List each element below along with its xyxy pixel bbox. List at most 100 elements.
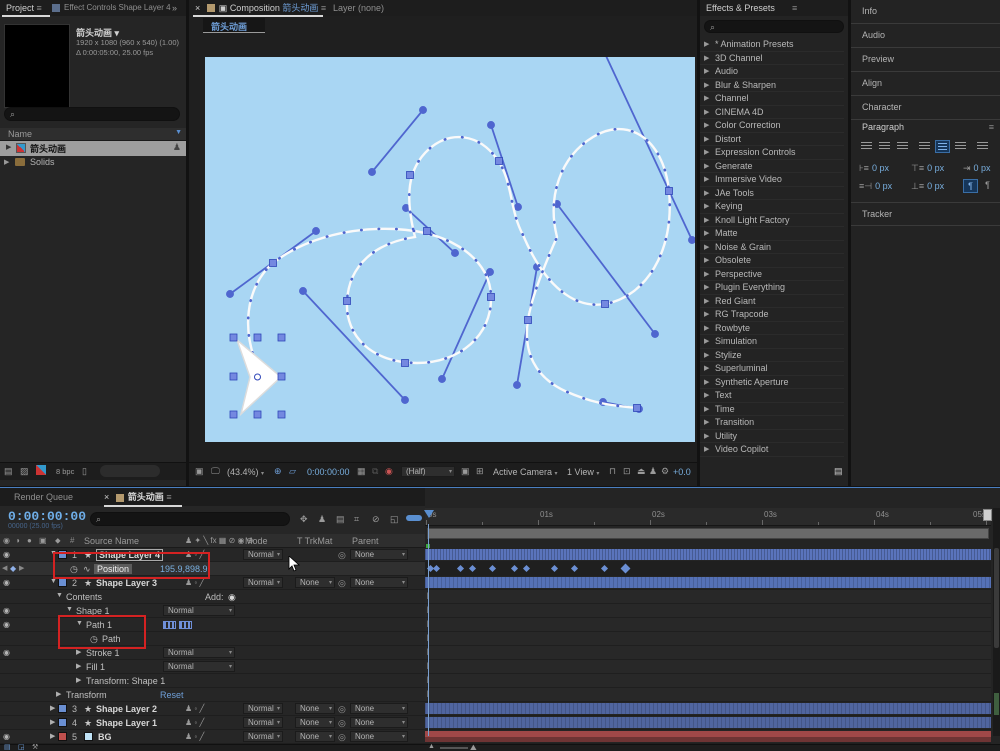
- snapshot-icon[interactable]: ▣: [195, 466, 204, 477]
- twirl-icon[interactable]: ▶: [704, 297, 709, 305]
- layer-row-contents[interactable]: ▼ Contents Add: ◉: [0, 590, 425, 604]
- parent-pickwhip-icon[interactable]: ◎: [338, 732, 346, 743]
- layer-row-shape-layer-4[interactable]: ◉ ▼ 1 ★ Shape Layer 4 ♟ ◦ ╱ Normal ▾ ◎ None ▾: [0, 548, 425, 562]
- track-row[interactable]: I: [425, 688, 991, 702]
- mode-dropdown[interactable]: Normal ▾: [163, 605, 235, 616]
- eye-icon[interactable]: ◉: [3, 578, 10, 587]
- layer-row-shape-layer-3[interactable]: ◉ ▼ 2 ★ Shape Layer 3 ♟ ◦ ╱ Normal ▾ None ▾ ◎ None ▾: [0, 576, 425, 590]
- layer-name[interactable]: Stroke 1: [86, 648, 120, 658]
- expand-inout-icon[interactable]: ⚒: [32, 743, 38, 751]
- trkmat-dropdown[interactable]: None ▾: [295, 731, 335, 742]
- parent-pickwhip-icon[interactable]: ◎: [338, 578, 346, 589]
- sidebar-panel-preview[interactable]: Preview: [851, 48, 1000, 72]
- layer-duration-bar[interactable]: [425, 703, 991, 714]
- layer-switches[interactable]: ♟ ◦ ╱: [185, 732, 204, 741]
- layer-switches[interactable]: ♟ ◦ ╱: [185, 578, 204, 587]
- justify-last-left-button[interactable]: [917, 140, 932, 153]
- mode-dropdown[interactable]: Normal ▾: [243, 549, 283, 560]
- layer-color-chip[interactable]: [58, 578, 67, 587]
- layer-name[interactable]: Shape Layer 4: [96, 549, 164, 561]
- layer-name[interactable]: Shape Layer 2: [96, 704, 157, 714]
- camera-icon[interactable]: ▦: [357, 466, 366, 477]
- pixel-aspect-icon[interactable]: ⧉: [372, 466, 378, 477]
- twirl-icon[interactable]: ▶: [56, 690, 61, 698]
- zoom-in-mountain-icon[interactable]: ⛰: [470, 743, 477, 751]
- exposure-gear-icon[interactable]: ⚙: [661, 466, 669, 477]
- keyframe[interactable]: [456, 564, 465, 573]
- keyframe[interactable]: [550, 564, 559, 573]
- add-button-icon[interactable]: ◉: [228, 592, 236, 603]
- mode-dropdown[interactable]: Normal ▾: [243, 717, 283, 728]
- eye-icon[interactable]: ◉: [3, 550, 10, 559]
- keyframe[interactable]: [468, 564, 477, 573]
- twirl-icon[interactable]: ▶: [704, 391, 709, 399]
- effects-category[interactable]: ▶ Video Copilot: [700, 443, 844, 457]
- effects-category[interactable]: ▶ Expression Controls: [700, 146, 844, 160]
- playhead-marker[interactable]: [424, 510, 434, 518]
- effects-category[interactable]: ▶ Perspective: [700, 268, 844, 281]
- stopwatch-icon[interactable]: ◷: [70, 564, 78, 575]
- layer-row-shape-layer-1[interactable]: ▶ 4 ★ Shape Layer 1 ♟ ◦ ╱ Normal ▾ None ▾ ◎ None ▾: [0, 716, 425, 730]
- layer-name[interactable]: Contents: [66, 592, 102, 602]
- indent-left-field[interactable]: ⊦≡ 0 px: [859, 163, 889, 174]
- layer-switches[interactable]: ♟ ◦ ╱: [185, 550, 204, 559]
- flowchart-icon[interactable]: ♟: [649, 466, 657, 477]
- layer-switches[interactable]: ♟ ◦ ╱: [185, 704, 204, 713]
- effects-category[interactable]: ▶ Synthetic Aperture: [700, 376, 844, 389]
- layer-name[interactable]: Transform: Shape 1: [86, 676, 165, 686]
- twirl-icon[interactable]: ▶: [704, 175, 709, 183]
- zoom-level[interactable]: (43.4%) ▾: [227, 467, 264, 477]
- effects-category[interactable]: ▶ Generate: [700, 160, 844, 173]
- layer-color-chip[interactable]: [58, 732, 67, 741]
- twirl-icon[interactable]: ▶: [76, 662, 81, 670]
- layer-duration-bar[interactable]: [425, 577, 991, 588]
- twirl-icon[interactable]: ▶: [704, 310, 709, 318]
- twirl-icon[interactable]: ▼: [56, 592, 63, 599]
- twirl-icon[interactable]: ▶: [704, 40, 709, 48]
- track-row[interactable]: [425, 730, 991, 744]
- stopwatch-icon[interactable]: ◷: [90, 634, 98, 645]
- trkmat-dropdown[interactable]: None ▾: [295, 703, 335, 714]
- layer-duration-bar[interactable]: [425, 717, 991, 728]
- parent-dropdown[interactable]: None ▾: [350, 549, 408, 560]
- camera-dropdown[interactable]: Active Camera ▾: [493, 467, 558, 477]
- transparency-grid-icon[interactable]: ⊞: [476, 466, 484, 477]
- track-row[interactable]: [425, 548, 991, 562]
- effects-category[interactable]: ▶ RG Trapcode: [700, 308, 844, 322]
- panel-menu-icon[interactable]: ≡: [989, 122, 994, 132]
- viewer-tab[interactable]: 箭头动画: [203, 18, 265, 32]
- twirl-icon[interactable]: ▶: [704, 432, 709, 440]
- mode-dropdown[interactable]: Normal ▾: [163, 647, 235, 658]
- share-view-icon[interactable]: ⊓: [609, 466, 616, 477]
- viewer-timecode[interactable]: 0:00:00:00: [307, 467, 350, 477]
- twirl-icon[interactable]: ▶: [704, 229, 709, 237]
- track-row[interactable]: [425, 716, 991, 730]
- twirl-icon[interactable]: ▶: [4, 158, 9, 166]
- track-row[interactable]: I: [425, 646, 991, 660]
- effects-category[interactable]: ▶ Audio: [700, 65, 844, 79]
- eye-icon[interactable]: ◉: [3, 732, 10, 741]
- twirl-icon[interactable]: ▶: [704, 337, 709, 345]
- parent-dropdown[interactable]: None ▾: [350, 703, 408, 714]
- keyframe[interactable]: [570, 564, 579, 573]
- effects-category[interactable]: ▶ Immersive Video: [700, 173, 844, 187]
- effects-title[interactable]: Effects & Presets: [706, 3, 775, 13]
- layer-name[interactable]: Fill 1: [86, 662, 105, 672]
- twirl-icon[interactable]: ▶: [704, 148, 709, 156]
- next-keyframe-icon[interactable]: ▶: [19, 564, 24, 572]
- layer-row-stroke-1[interactable]: ◉ ▶ Stroke 1 Normal ▾: [0, 646, 425, 660]
- track-row[interactable]: I: [425, 674, 991, 688]
- layer-name[interactable]: Shape Layer 1: [96, 718, 157, 728]
- twirl-icon[interactable]: ▶: [704, 364, 709, 372]
- layer-row-shape-1[interactable]: ◉ ▼ Shape 1 Normal ▾: [0, 604, 425, 618]
- sidebar-panel-audio[interactable]: Audio: [851, 24, 1000, 48]
- sidebar-panel-character[interactable]: Character: [851, 96, 1000, 120]
- twirl-icon[interactable]: ▶: [704, 243, 709, 251]
- space-before-field[interactable]: ⊤≡ 0 px: [911, 163, 944, 174]
- channel-monitor-icon[interactable]: 🖵: [211, 466, 220, 477]
- layer-name[interactable]: Position: [94, 564, 133, 574]
- layer-row-transform[interactable]: ▶ Transform Reset: [0, 688, 425, 702]
- target-icon[interactable]: ▣: [461, 466, 470, 477]
- playhead-line[interactable]: [428, 524, 429, 736]
- sidebar-panel-info[interactable]: Info: [851, 0, 1000, 24]
